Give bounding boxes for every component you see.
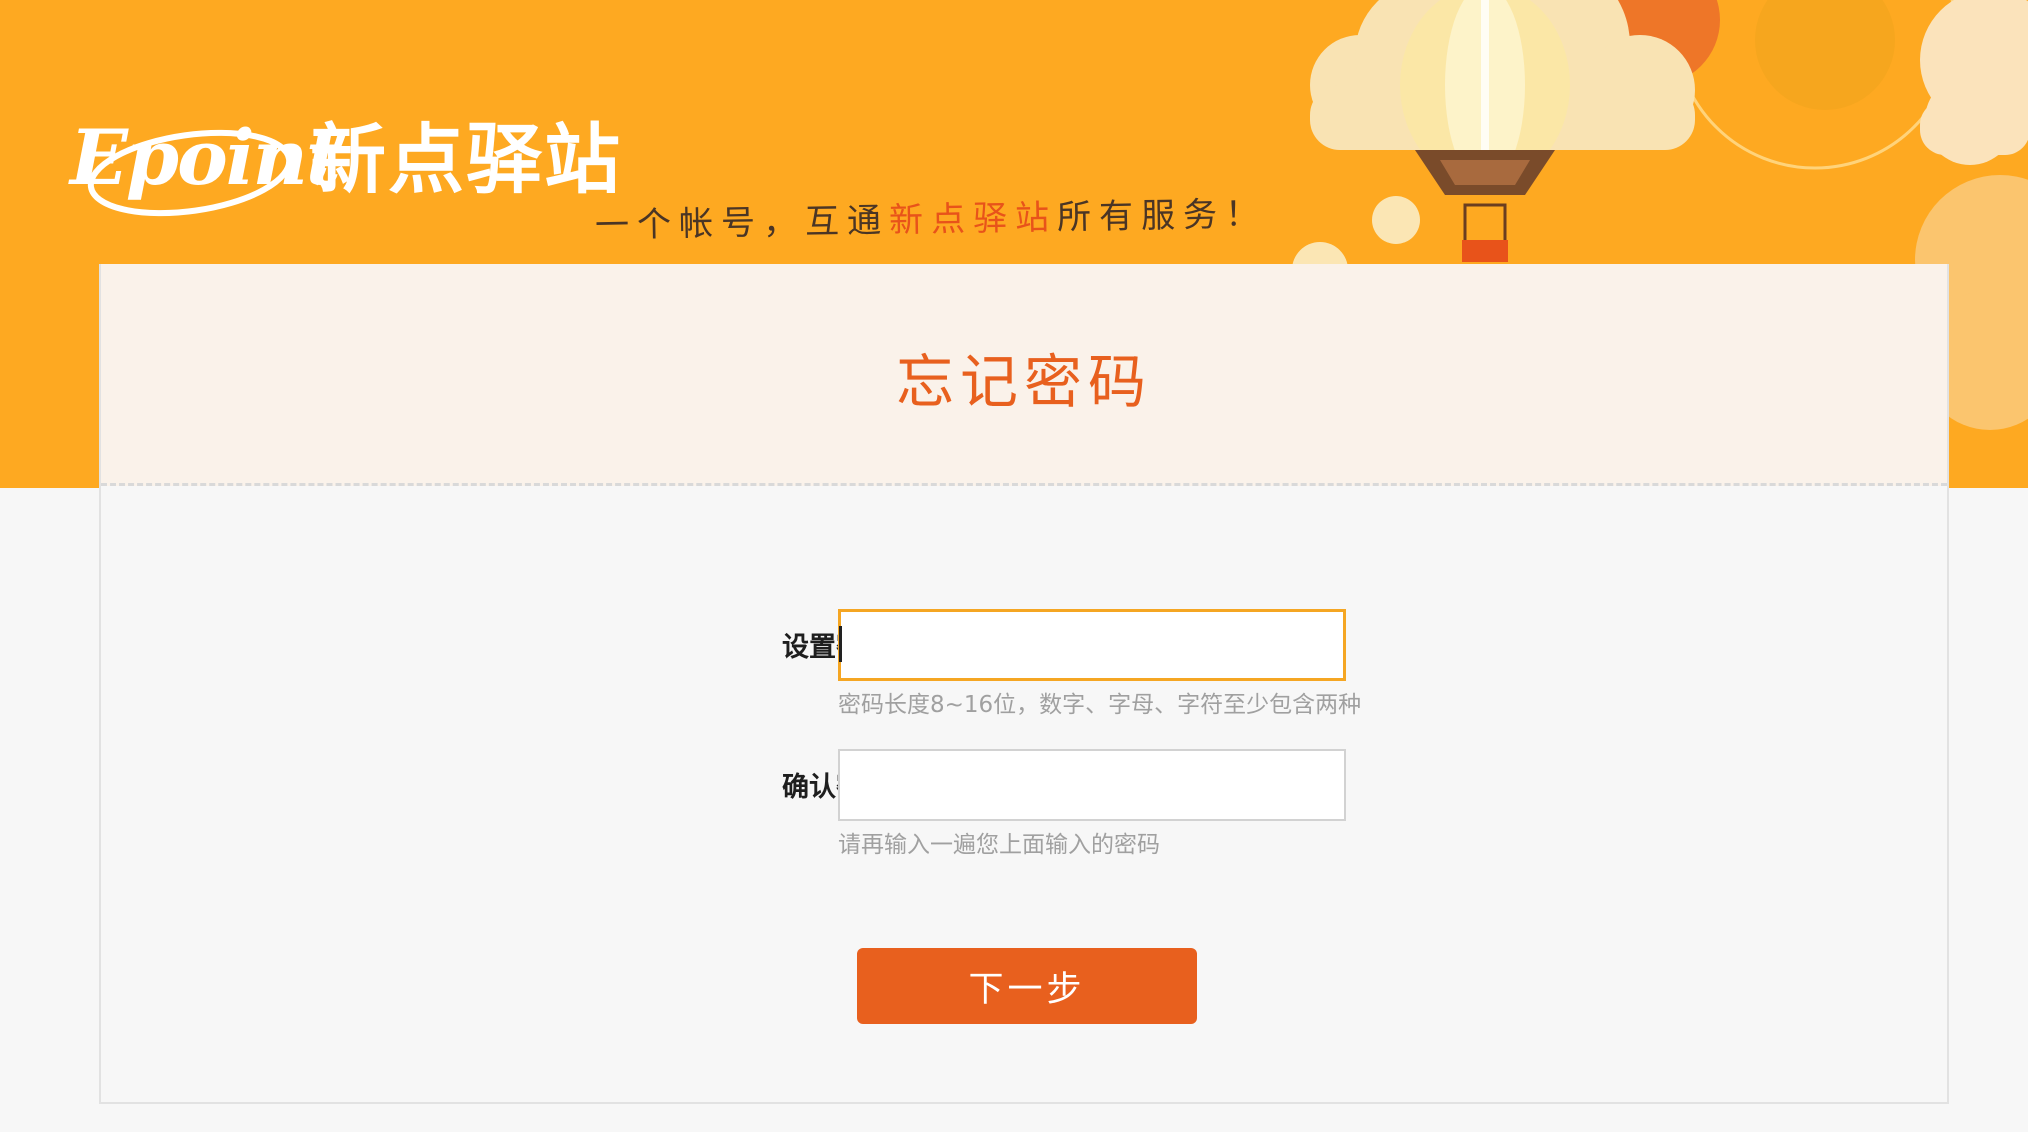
confirm-password-hint: 请再输入一遍您上面输入的密码 [838,832,1160,858]
slogan-highlight: 新点驿站 [888,197,1058,241]
sun-disc [1755,0,1895,110]
forgot-password-card: 忘记密码 设置密码： 密码长度8~16位，数字、字母、字符至少包含两种 确认密码… [99,264,1949,1104]
page-title: 忘记密码 [895,348,1152,416]
small-circle [1372,196,1420,244]
password-input[interactable] [838,609,1346,681]
next-step-button[interactable]: 下一步 [857,948,1197,1024]
logo-cn: 新点驿站 [310,115,622,204]
password-hint: 密码长度8~16位，数字、字母、字符至少包含两种 [838,692,1362,718]
card-header: 忘记密码 [101,264,1947,486]
text-caret [839,626,842,662]
confirm-password-input[interactable] [838,749,1346,821]
cloud-icon [1920,0,2028,165]
slogan-pre: 一个帐号，互通 [594,200,890,246]
logo-en: Epoint [70,113,341,202]
slogan-post: 所有服务！ [1056,194,1268,238]
hot-air-balloon-icon [1400,0,1570,262]
